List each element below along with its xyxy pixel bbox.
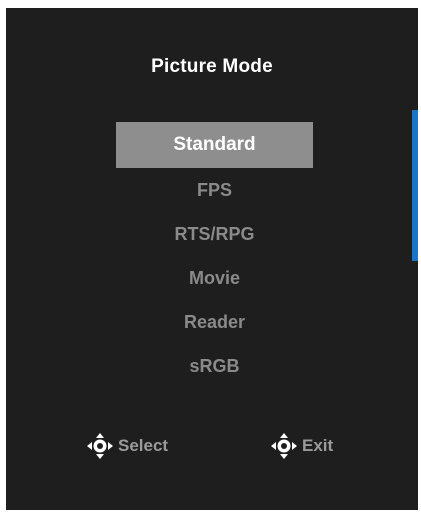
joystick-icon [87,433,113,459]
menu-item-rts-rpg[interactable]: RTS/RPG [116,212,313,256]
menu-item-standard[interactable]: Standard [116,122,313,168]
exit-label: Exit [302,436,334,455]
menu-item-srgb[interactable]: sRGB [116,344,313,388]
exit-hint: Exit [270,433,333,459]
menu-title: Picture Mode [151,56,273,77]
picture-mode-menu: Standard FPS RTS/RPG Movie Reader sRGB [116,122,313,388]
select-hint: Select [86,433,168,459]
osd-panel: Picture Mode Standard FPS RTS/RPG Movie … [6,8,418,510]
joystick-icon [271,433,297,459]
menu-item-movie[interactable]: Movie [116,256,313,300]
menu-item-fps[interactable]: FPS [116,168,313,212]
menu-item-reader[interactable]: Reader [116,300,313,344]
select-label: Select [118,436,169,455]
scrollbar[interactable] [412,110,418,261]
